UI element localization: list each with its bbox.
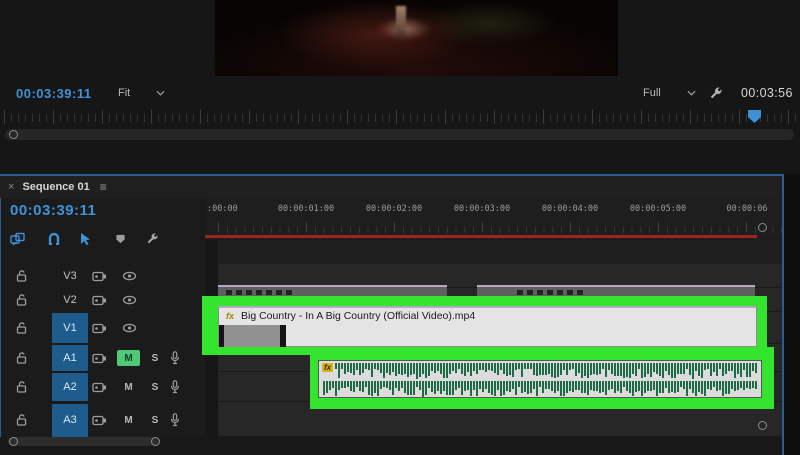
lock-icon[interactable]: [16, 352, 27, 364]
video-preview-frame: [215, 0, 618, 76]
clip-v2-partial[interactable]: [477, 285, 755, 296]
program-monitor-video: [215, 0, 618, 76]
track-target-a3[interactable]: A3: [52, 404, 88, 437]
tab-sequence-01[interactable]: Sequence 01: [22, 181, 89, 193]
track-header-v2: V2: [0, 288, 205, 312]
monitor-duration-timecode: 00:03:56: [741, 86, 793, 100]
clip-label-smudge: [517, 290, 587, 295]
timeline-add-marker-icon[interactable]: [110, 231, 130, 247]
zoom-level-select[interactable]: Fit: [118, 87, 165, 99]
clip-v2-partial[interactable]: [218, 285, 447, 296]
clip-thumbnail-strip: [224, 325, 280, 347]
sync-lock-icon[interactable]: [92, 295, 107, 306]
solo-button[interactable]: S: [148, 412, 162, 428]
track-header-a3: A3 MS: [0, 402, 205, 437]
track-header-v1: V1: [0, 312, 205, 344]
mute-button[interactable]: M: [117, 412, 140, 428]
zoom-level-value: Fit: [118, 87, 130, 99]
playback-resolution-select[interactable]: Full: [643, 87, 696, 99]
track-header-a1: A1 MS: [0, 344, 205, 372]
monitor-time-ruler[interactable]: [4, 110, 796, 127]
microphone-icon[interactable]: [170, 413, 180, 427]
eye-icon[interactable]: [122, 295, 137, 305]
linked-selection-icon[interactable]: [76, 231, 96, 247]
lock-icon[interactable]: [16, 270, 27, 282]
sync-lock-icon[interactable]: [92, 323, 107, 334]
horizontal-zoom-scrollbar[interactable]: [8, 437, 160, 446]
fx-badge[interactable]: fx: [226, 311, 234, 321]
lock-icon[interactable]: [16, 414, 27, 426]
waveform-channel-right: [323, 381, 758, 397]
timeline-tab-bar: × Sequence 01 ≡: [0, 176, 782, 198]
track-target-a1[interactable]: A1: [52, 345, 88, 371]
clip-label-smudge: [226, 290, 296, 295]
premiere-pro-window: 00:03:39:11 Fit Full 00:03:56 { }: [0, 0, 800, 455]
timeline-settings-wrench-icon[interactable]: [142, 231, 162, 247]
fx-badge[interactable]: fx: [322, 363, 333, 372]
sync-lock-icon[interactable]: [92, 415, 107, 426]
lock-icon[interactable]: [16, 381, 27, 393]
panel-menu-icon[interactable]: ≡: [100, 180, 107, 194]
monitor-scrollbar-handle[interactable]: [9, 130, 18, 139]
monitor-scrollbar[interactable]: [5, 129, 794, 140]
sync-lock-icon[interactable]: [92, 353, 107, 364]
chevron-down-icon: [687, 90, 696, 96]
chevron-down-icon: [156, 90, 165, 96]
waveform-channel-left: [335, 363, 758, 379]
program-monitor-panel: 00:03:39:11 Fit Full 00:03:56 { }: [0, 0, 800, 174]
track-header-v3: V3: [0, 264, 205, 288]
mute-button[interactable]: M: [117, 350, 140, 366]
sync-lock-icon[interactable]: [92, 271, 107, 282]
vertical-scrollbar-handle[interactable]: [758, 223, 767, 232]
nest-toggle-icon[interactable]: [8, 231, 28, 247]
snap-magnet-icon[interactable]: [44, 231, 64, 247]
video-figure: [396, 6, 406, 38]
lock-icon[interactable]: [16, 322, 27, 334]
ruler-label: :00:00: [207, 204, 269, 214]
eye-icon[interactable]: [122, 323, 137, 333]
timeline-ruler[interactable]: :00:00 00:00:01:00 00:00:02:00 00:00:03:…: [205, 204, 782, 216]
video-clip-v1[interactable]: fx Big Country - In A Big Country (Offic…: [218, 306, 757, 347]
transport-controls: { }: [0, 146, 800, 172]
track-target-a2[interactable]: A2: [52, 373, 88, 401]
ruler-label: 00:00:06: [716, 204, 778, 214]
microphone-icon[interactable]: [170, 380, 180, 394]
eye-icon[interactable]: [122, 271, 137, 281]
zoom-scrollbar-handle-right[interactable]: [151, 437, 160, 446]
ruler-label: 00:00:03:00: [451, 204, 513, 214]
track-target-v2[interactable]: V2: [52, 291, 88, 309]
close-panel-icon[interactable]: ×: [8, 181, 14, 193]
playback-resolution-value: Full: [643, 87, 661, 99]
lock-icon[interactable]: [16, 294, 27, 306]
mute-button[interactable]: M: [117, 379, 140, 395]
microphone-icon[interactable]: [170, 351, 180, 365]
clip-segment-divider: [280, 325, 286, 347]
ruler-label: 00:00:05:00: [627, 204, 689, 214]
track-header-a2: A2 MS: [0, 372, 205, 402]
zoom-scrollbar-handle-left[interactable]: [9, 437, 18, 446]
solo-button[interactable]: S: [148, 379, 162, 395]
track-target-v3[interactable]: V3: [52, 267, 88, 285]
solo-button[interactable]: S: [148, 350, 162, 366]
timeline-current-timecode: 00:03:39:11: [10, 202, 96, 219]
ruler-label: 00:00:01:00: [275, 204, 337, 214]
ruler-label: 00:00:04:00: [539, 204, 601, 214]
monitor-settings-wrench-icon[interactable]: [706, 85, 724, 101]
ruler-label: 00:00:02:00: [363, 204, 425, 214]
right-panel-gutter: [784, 174, 800, 455]
track-target-v1[interactable]: V1: [52, 313, 88, 343]
video-clip-name: Big Country - In A Big Country (Official…: [241, 310, 475, 322]
audio-clip[interactable]: fx: [318, 360, 762, 398]
render-status-bar: [205, 235, 757, 238]
timeline-ruler-ticks: [218, 222, 782, 233]
monitor-current-timecode: 00:03:39:11: [16, 86, 92, 101]
vertical-scrollbar-handle[interactable]: [758, 421, 767, 430]
sync-lock-icon[interactable]: [92, 382, 107, 393]
